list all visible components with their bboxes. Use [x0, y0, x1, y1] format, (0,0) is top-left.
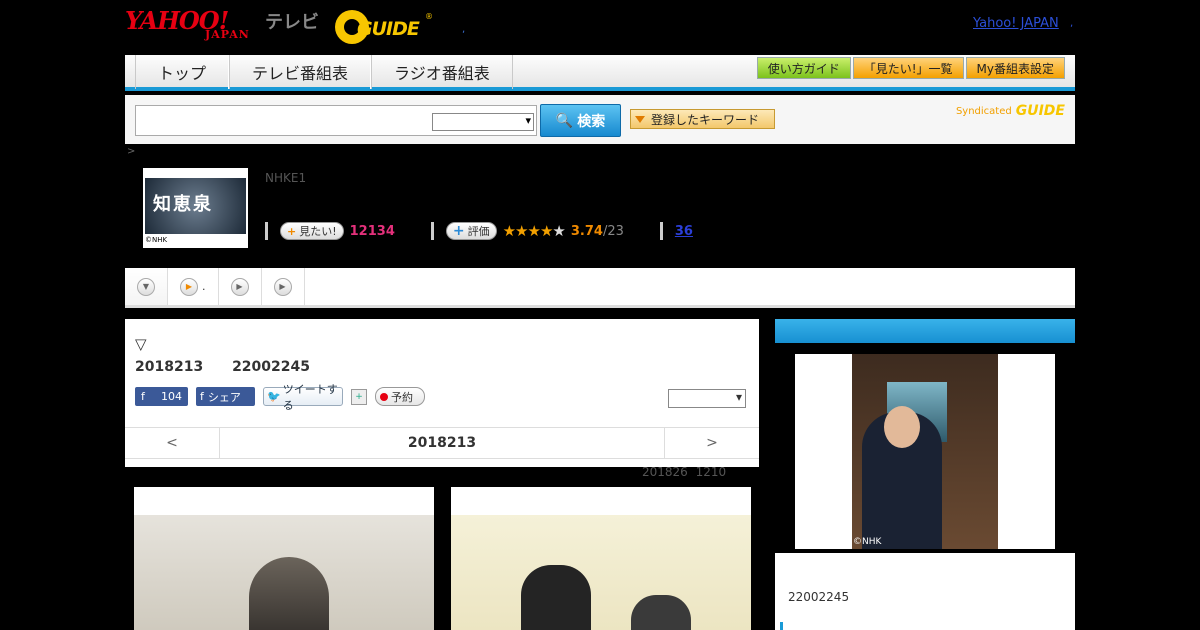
star-rating-icon: ★★★★★	[502, 222, 566, 240]
chevron-down-icon: ▼	[137, 277, 155, 296]
sidebar-accent	[780, 622, 783, 630]
photo-credit: ©NHK	[853, 537, 882, 547]
facebook-like-button[interactable]: f 104	[135, 387, 188, 406]
yahoo-japan-link[interactable]: Yahoo! JAPAN	[973, 16, 1059, 31]
main-nav: トップ テレビ番組表 ラジオ番組表 使い方ガイド 「見たい!」一覧 My番組表設…	[125, 55, 1075, 91]
current-date: 2018213	[407, 435, 477, 451]
scene-figure-1	[521, 565, 591, 630]
photo-card-2[interactable]	[451, 487, 751, 630]
program-stats: + 見たい! 12134 + 評価 ★★★★★ 3.74 /23 36	[265, 221, 693, 241]
program-thumbnail-title: 知恵泉	[153, 194, 213, 215]
photo-face	[884, 406, 920, 448]
saved-keywords-button[interactable]: 登録したキーワード	[630, 109, 775, 129]
nav-tab-top[interactable]: トップ	[135, 55, 230, 89]
broadcast-datetime: 2018213 22002245	[135, 359, 310, 375]
channel-name: NHKE1	[265, 171, 307, 185]
usage-guide-button[interactable]: 使い方ガイド	[756, 57, 851, 79]
tweet-button[interactable]: 🐦 ツイートする	[263, 383, 343, 412]
play-icon: ▶	[273, 277, 292, 296]
broadcast-panel: ▽ 2018213 22002245 f 104 f シェア 🐦 ツイートする …	[125, 319, 759, 467]
subtab-3[interactable]: ▶	[219, 268, 262, 305]
update-note: 201826 1210	[642, 465, 727, 479]
divider	[659, 222, 663, 240]
sidebar-image-box: ©NHK	[775, 343, 1075, 553]
divider	[265, 222, 268, 240]
subtab-2-label: .	[202, 280, 206, 293]
syndicated-text: Syndicated	[955, 105, 1012, 117]
japan-logo-text: JAPAN	[205, 28, 250, 41]
registered-mark: ®	[425, 12, 433, 21]
rating-score: 3.74	[570, 223, 603, 239]
want-button[interactable]: + 見たい!	[280, 222, 344, 240]
portrait-photo	[134, 515, 434, 630]
rating-votes: /23	[602, 223, 624, 239]
facebook-icon: f	[200, 390, 204, 403]
portrait-figure	[249, 557, 329, 630]
reserve-label: 予約	[391, 390, 413, 404]
date-navigation: < 2018213 >	[125, 427, 759, 459]
play-icon: ▶	[230, 277, 249, 296]
scene-photo	[451, 515, 751, 630]
gguide-logo-text: GUIDE	[357, 18, 420, 40]
stars-off: ★	[552, 222, 565, 240]
header-dot-right: ,	[1070, 18, 1074, 29]
share-label: シェア	[207, 390, 241, 404]
prev-date-button[interactable]: <	[125, 428, 220, 458]
syndicated-logo: Syndicated GUIDE	[956, 103, 1065, 119]
sidebar-time: 22002245	[788, 590, 850, 604]
arrow-down-icon	[635, 115, 645, 123]
saved-keywords-label: 登録したキーワード	[651, 112, 760, 127]
want-count: 12134	[349, 223, 395, 239]
divider	[430, 222, 434, 240]
gguide-logo: GUIDE ®	[335, 10, 433, 44]
reserve-button[interactable]: 予約	[375, 387, 425, 406]
play-icon: ▶	[180, 277, 198, 296]
search-button-label: 検索	[577, 113, 606, 130]
next-date-button[interactable]: >	[664, 428, 759, 458]
photo-card-1[interactable]	[134, 487, 434, 630]
facebook-share-button[interactable]: f シェア	[196, 387, 255, 406]
plus-icon: +	[452, 223, 465, 239]
panel-select[interactable]	[668, 389, 746, 408]
site-logo[interactable]: YAHOO! JAPAN テレビ GUIDE ®	[125, 6, 465, 46]
add-calendar-icon[interactable]: +	[351, 388, 367, 405]
search-bar: 🔍 検索 登録したキーワード Syndicated GUIDE	[125, 95, 1075, 144]
facebook-like-count: 104	[161, 390, 182, 403]
nav-tab-radio-listings[interactable]: ラジオ番組表	[371, 55, 513, 89]
my-listings-button[interactable]: My番組表設定	[965, 57, 1065, 79]
collapse-triangle-icon[interactable]: ▽	[135, 335, 147, 353]
program-thumbnail: 知恵泉 ©NHK	[143, 168, 248, 248]
scene-figure-2	[631, 595, 691, 630]
tweet-label: ツイートする	[282, 382, 338, 412]
sidebar-header	[775, 319, 1075, 343]
thumbnail-credit: ©NHK	[145, 236, 168, 244]
sidebar-photo[interactable]: ©NHK	[795, 354, 1055, 549]
nav-tab-tv-listings[interactable]: テレビ番組表	[229, 55, 372, 89]
want-list-button[interactable]: 「見たい!」一覧	[852, 57, 964, 79]
program-subtabs: ▼ ▶ . ▶ ▶	[125, 268, 1075, 308]
search-category-select[interactable]	[432, 113, 534, 131]
twitter-bird-icon: 🐦	[267, 390, 281, 403]
subtab-2[interactable]: ▶ .	[168, 268, 219, 305]
stars-on: ★★★★	[502, 222, 554, 240]
rate-label: 評価	[467, 225, 490, 238]
want-label: 見たい!	[299, 225, 337, 238]
review-count-link[interactable]: 36	[675, 224, 693, 239]
header-dot: ,	[462, 24, 466, 35]
facebook-icon: f	[141, 390, 145, 403]
plus-icon: +	[287, 224, 297, 238]
record-dot-icon	[380, 392, 388, 401]
syndicated-guide-logo: GUIDE	[1015, 103, 1065, 119]
share-row: f 104 f シェア 🐦 ツイートする + 予約	[135, 383, 425, 412]
tv-logo-text: テレビ	[265, 12, 319, 33]
breadcrumb: >	[127, 146, 136, 157]
search-button[interactable]: 🔍 検索	[540, 104, 621, 137]
search-icon: 🔍	[555, 112, 574, 129]
sidebar-panel: ©NHK 22002245	[775, 319, 1075, 630]
subtab-4[interactable]: ▶	[262, 268, 305, 305]
subtab-overview[interactable]: ▼	[125, 268, 168, 305]
rate-button[interactable]: + 評価	[445, 222, 497, 240]
